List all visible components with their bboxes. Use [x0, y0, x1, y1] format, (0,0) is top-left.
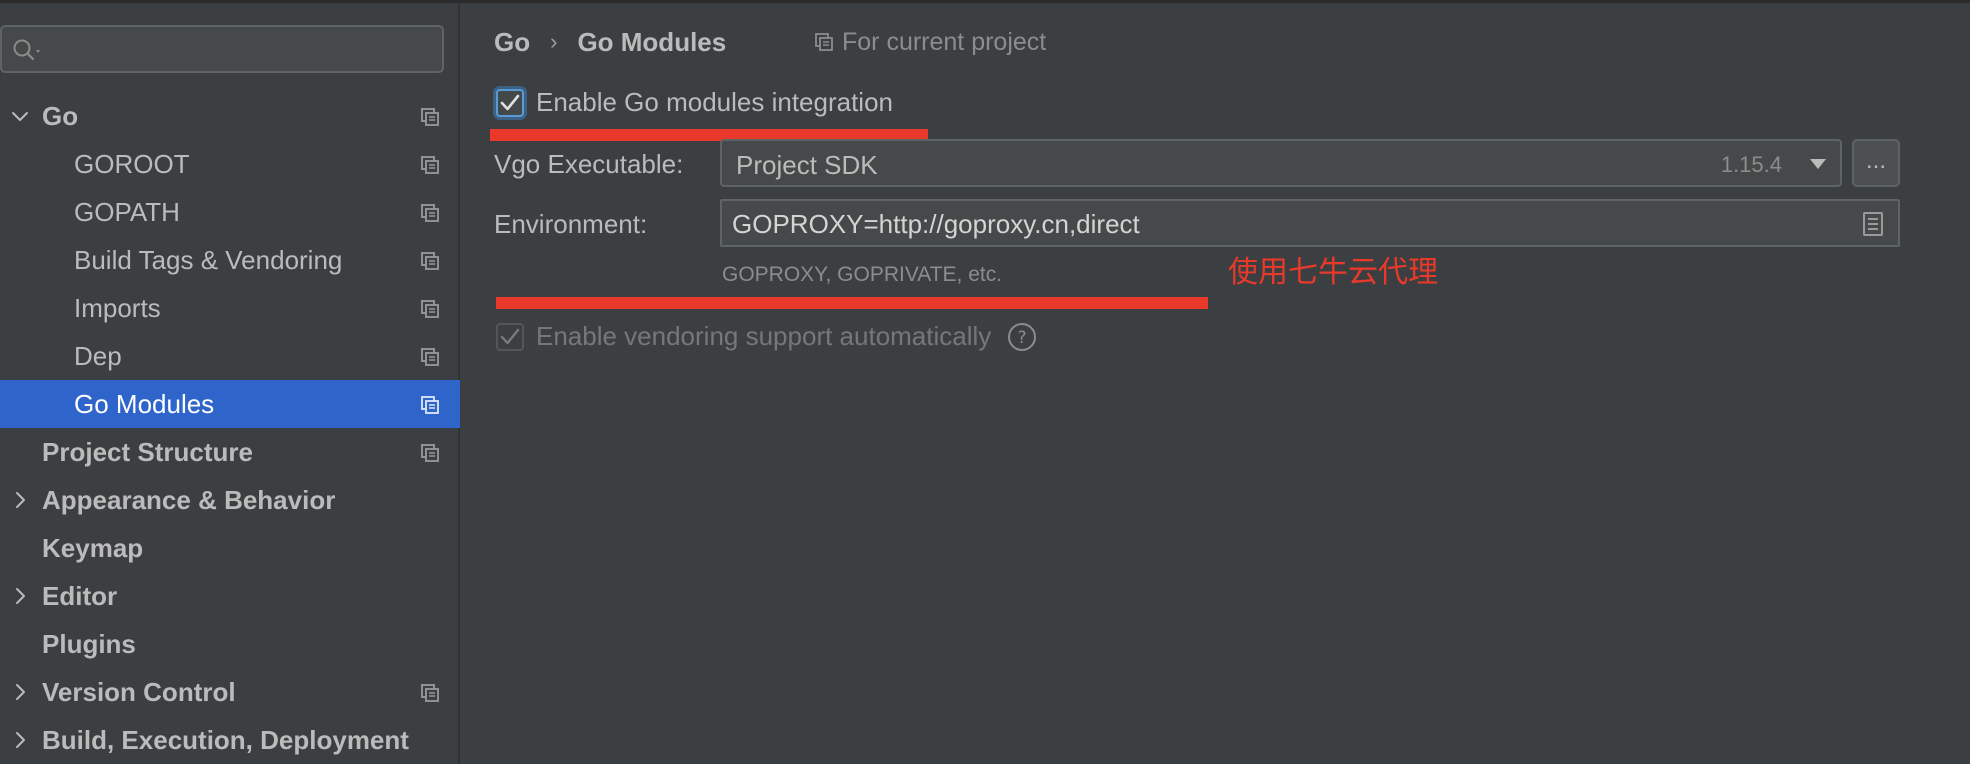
project-scope-icon	[421, 684, 439, 702]
sidebar-item-label: Plugins	[42, 628, 136, 659]
settings-search-box[interactable]	[0, 25, 444, 73]
sidebar-item-editor[interactable]: Editor	[0, 572, 460, 620]
chevron-right-icon[interactable]	[10, 682, 30, 702]
sidebar-item-label: Dep	[74, 340, 122, 371]
environment-hint: GOPROXY, GOPRIVATE, etc.	[722, 263, 1003, 286]
checkmark-icon	[500, 94, 520, 110]
sidebar-item-label: Imports	[74, 292, 161, 323]
project-scope-icon	[421, 444, 439, 462]
sidebar-item-label: Version Control	[42, 676, 236, 707]
vendoring-checkbox	[496, 322, 524, 351]
sidebar-item-dep[interactable]: Dep	[0, 332, 460, 380]
breadcrumb-separator: ›	[550, 29, 558, 54]
sidebar-item-label: Appearance & Behavior	[42, 484, 336, 515]
vgo-executable-value: Project SDK	[736, 150, 878, 180]
search-input[interactable]	[48, 33, 428, 65]
sidebar-item-keymap[interactable]: Keymap	[0, 524, 460, 572]
environment-input[interactable]	[732, 207, 1832, 241]
edit-environment-icon[interactable]	[1862, 211, 1884, 237]
svg-text:?: ?	[1018, 328, 1027, 348]
browse-button[interactable]: ...	[1852, 139, 1900, 187]
checkmark-icon	[500, 328, 520, 344]
sidebar-item-label: Go Modules	[74, 388, 215, 419]
sidebar-item-version-control[interactable]: Version Control	[0, 668, 460, 716]
vgo-executable-select[interactable]: Project SDK 1.15.4	[720, 139, 1842, 187]
sidebar-item-label: GOPATH	[74, 196, 180, 227]
enable-modules-checkbox[interactable]	[496, 88, 524, 117]
search-icon	[13, 39, 40, 61]
scope-note: For current project	[814, 25, 1046, 59]
sidebar-item-label: Build Tags & Vendoring	[74, 244, 343, 275]
help-icon[interactable]: ?	[1007, 322, 1037, 352]
chevron-right-icon[interactable]	[10, 490, 30, 510]
annotation-text: 使用七牛云代理	[1228, 255, 1438, 290]
project-scope-icon	[421, 252, 439, 270]
sidebar-item-appearance-behavior[interactable]: Appearance & Behavior	[0, 476, 460, 524]
breadcrumb: Go › Go Modules	[494, 25, 726, 59]
chevron-right-icon[interactable]	[10, 586, 30, 606]
sidebar-item-project-structure[interactable]: Project Structure	[0, 428, 460, 476]
sidebar-item-label: GOROOT	[74, 148, 190, 179]
environment-field[interactable]	[720, 199, 1900, 247]
breadcrumb-parent[interactable]: Go	[494, 27, 530, 58]
sidebar-item-build-tags-vendoring[interactable]: Build Tags & Vendoring	[0, 236, 460, 284]
sidebar-item-label: Keymap	[42, 532, 144, 563]
enable-modules-row[interactable]: Enable Go modules integration	[496, 87, 893, 118]
project-scope-icon	[421, 300, 439, 318]
enable-modules-label[interactable]: Enable Go modules integration	[536, 87, 893, 118]
sidebar-item-plugins[interactable]: Plugins	[0, 620, 460, 668]
project-scope-icon	[421, 348, 439, 366]
annotation-underline-environment	[496, 297, 1208, 309]
project-scope-icon	[421, 156, 439, 174]
dropdown-arrow-icon	[1810, 159, 1826, 169]
sidebar-item-goroot[interactable]: GOROOT	[0, 140, 460, 188]
sidebar-item-label: Project Structure	[42, 436, 253, 467]
environment-label: Environment:	[494, 209, 648, 239]
sidebar-item-label: Go	[42, 100, 79, 131]
sidebar-item-go[interactable]: Go	[0, 92, 460, 140]
sidebar-item-build-execution-deployment[interactable]: Build, Execution, Deployment	[0, 716, 460, 764]
project-scope-icon	[815, 33, 833, 51]
vendoring-row: Enable vendoring support automatically ?	[496, 321, 1037, 352]
settings-window: Go GOROOT GOPATH Build Tags & Vendoring …	[0, 0, 1970, 764]
chevron-right-icon[interactable]	[10, 730, 30, 750]
settings-sidebar: Go GOROOT GOPATH Build Tags & Vendoring …	[0, 3, 460, 764]
project-scope-icon	[421, 396, 439, 414]
sidebar-item-label: Build, Execution, Deployment	[42, 724, 409, 755]
sidebar-item-imports[interactable]: Imports	[0, 284, 460, 332]
sidebar-item-go-modules[interactable]: Go Modules	[0, 380, 460, 428]
scope-note-label: For current project	[842, 27, 1047, 56]
breadcrumb-current: Go Modules	[577, 26, 727, 57]
vendoring-label: Enable vendoring support automatically	[536, 321, 992, 351]
chevron-down-icon[interactable]	[10, 106, 30, 126]
sidebar-item-gopath[interactable]: GOPATH	[0, 188, 460, 236]
settings-tree: Go GOROOT GOPATH Build Tags & Vendoring …	[0, 92, 460, 764]
sidebar-item-label: Editor	[42, 580, 118, 611]
vgo-executable-label: Vgo Executable:	[494, 149, 684, 179]
project-scope-icon	[421, 204, 439, 222]
project-scope-icon	[421, 108, 439, 126]
sdk-version: 1.15.4	[1720, 152, 1782, 177]
settings-content: Go › Go Modules For current project Enab…	[462, 3, 1970, 764]
